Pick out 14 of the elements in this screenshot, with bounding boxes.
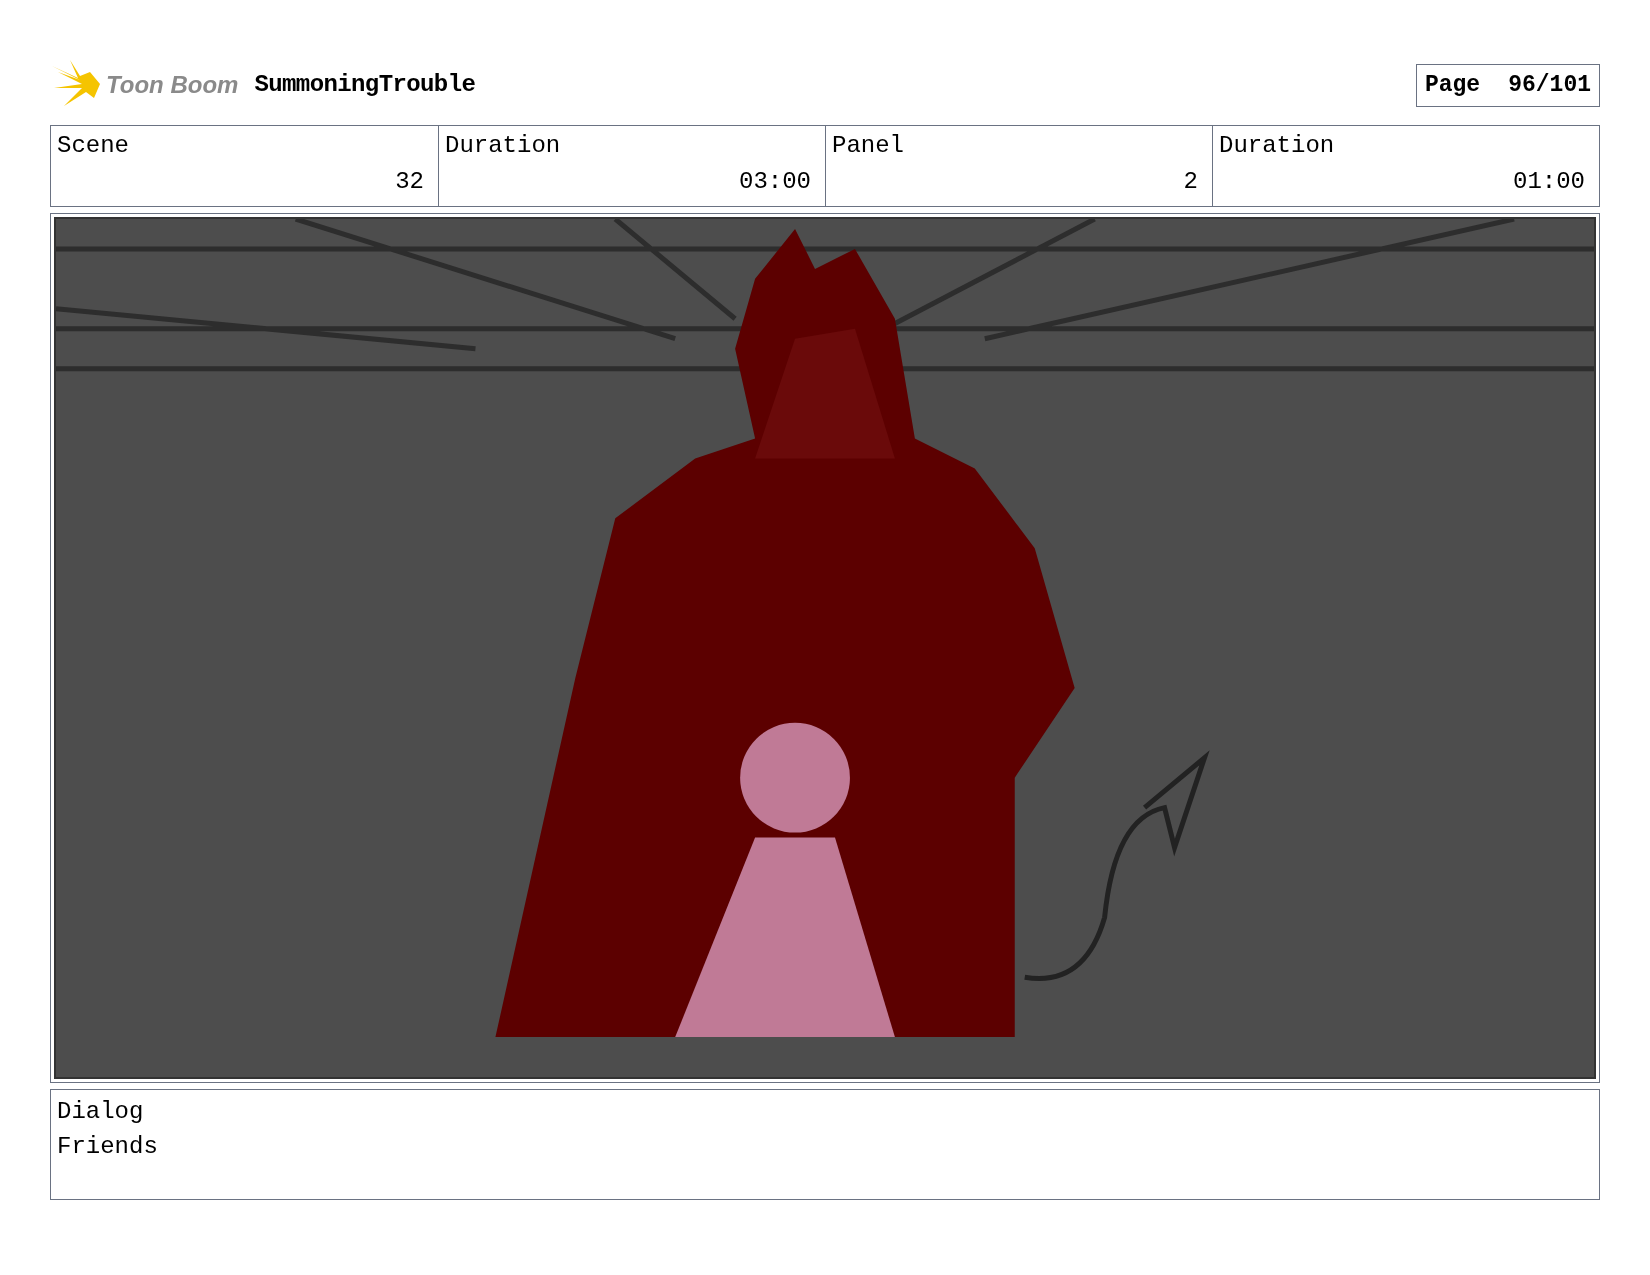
field-label: Scene [57, 131, 130, 161]
page-number: 96/101 [1508, 70, 1591, 100]
field-label: Duration [445, 131, 562, 161]
field-value: 01:00 [1513, 167, 1585, 197]
page-label: Page [1424, 70, 1481, 100]
project-title: SummoningTrouble [254, 70, 476, 100]
field-value: 2 [1183, 167, 1198, 197]
field-value: 32 [395, 167, 424, 197]
logo-text: Toon Boom [106, 70, 239, 100]
field-label: Duration [1219, 131, 1336, 161]
field-label: Panel [832, 131, 905, 161]
dialog-text: Friends [57, 1132, 159, 1162]
field-value: 03:00 [739, 167, 811, 197]
dialog-label: Dialog [57, 1097, 145, 1127]
